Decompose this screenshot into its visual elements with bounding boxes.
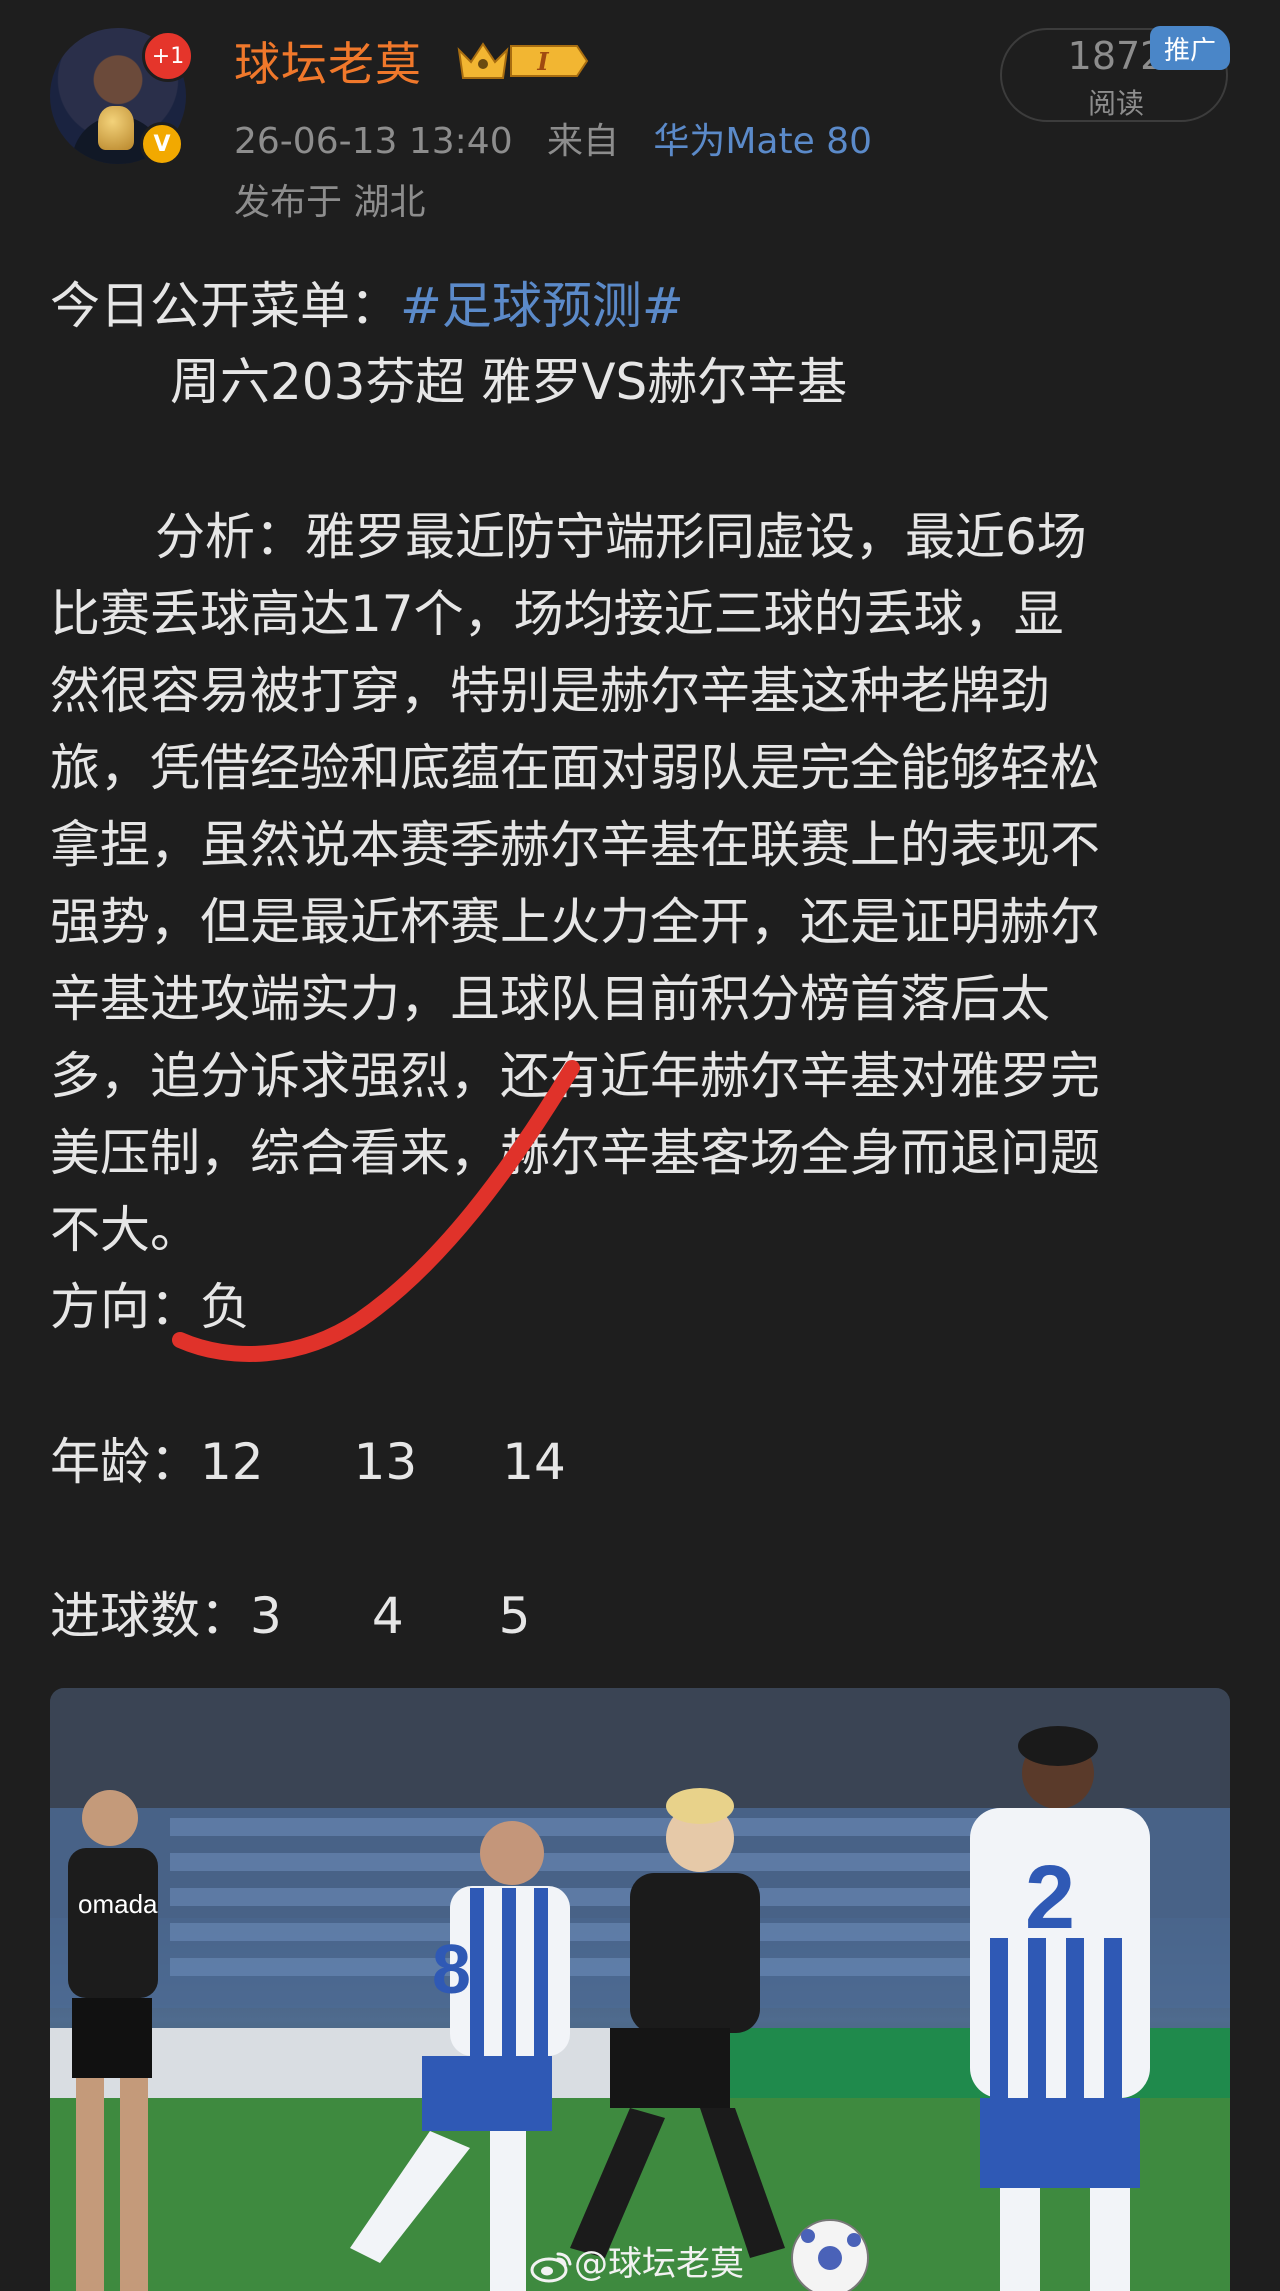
goals-value: 3 [250,1587,282,1645]
age-value: 14 [502,1433,566,1491]
goals-label: 进球数： [50,1587,250,1645]
age-label: 年龄： [50,1433,200,1491]
match-photo-illustration: omada 8 2 [50,1688,1230,2291]
age-value: 12 [200,1433,264,1491]
football-icon [791,2219,869,2291]
weibo-watermark: @球坛老莫 [530,2236,744,2285]
goals-line: 进球数：3 4 5 [50,1591,530,1641]
watermark-text: @球坛老莫 [574,2244,744,2284]
age-value: 13 [353,1433,418,1491]
sponsor-text: omada [78,1889,158,1919]
red-annotation-stroke [172,1060,580,1362]
age-line: 年龄：12 13 14 [50,1437,566,1487]
weibo-icon [530,2252,572,2282]
jersey-number-8: 8 [432,1930,471,2008]
goals-value: 4 [371,1587,404,1645]
match-photo[interactable]: omada 8 2 [50,1688,1230,2291]
goals-value: 5 [498,1587,531,1645]
jersey-number-2: 2 [1025,1848,1075,1948]
